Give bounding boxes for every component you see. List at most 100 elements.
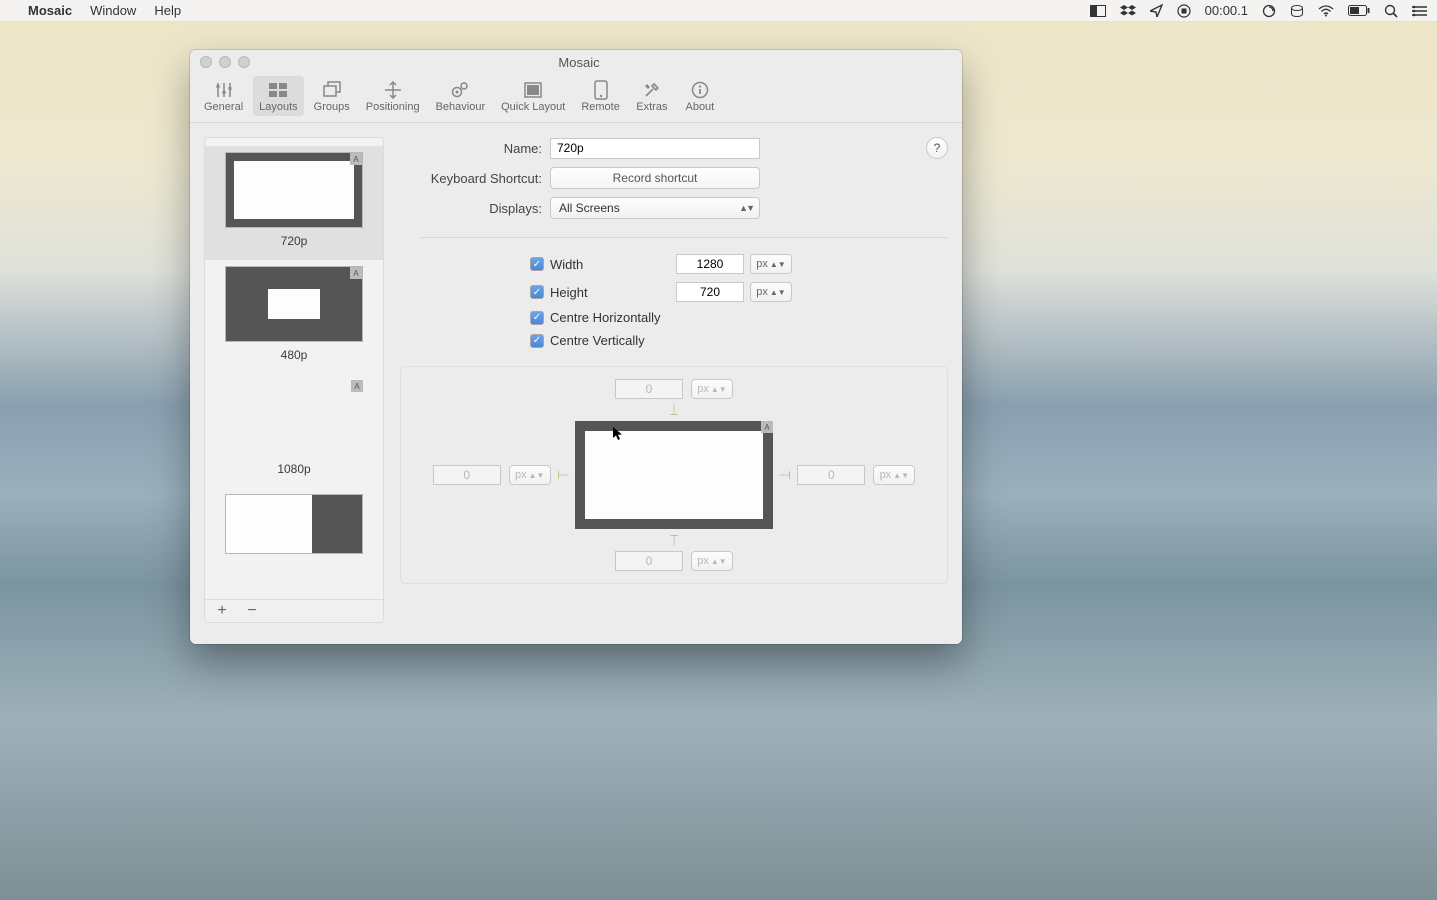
- timer-text[interactable]: 00:00.1: [1205, 3, 1248, 18]
- width-unit-select[interactable]: px▲▼: [750, 254, 792, 274]
- layout-thumb: A: [225, 380, 363, 456]
- help-button[interactable]: ?: [926, 137, 948, 159]
- wifi-icon[interactable]: [1318, 5, 1334, 17]
- height-unit-select[interactable]: px▲▼: [750, 282, 792, 302]
- dropbox-icon[interactable]: [1120, 4, 1136, 18]
- tab-label: Remote: [581, 101, 620, 113]
- displays-value: All Screens: [559, 201, 620, 215]
- remote-icon: [588, 79, 614, 101]
- width-checkbox[interactable]: ✓: [530, 257, 544, 271]
- tab-label: About: [685, 101, 714, 113]
- spacer-indicator-icon: ⟘: [670, 533, 678, 547]
- spotlight-icon[interactable]: [1384, 4, 1398, 18]
- width-input[interactable]: [676, 254, 744, 274]
- add-layout-button[interactable]: +: [213, 602, 231, 620]
- tab-positioning[interactable]: Positioning: [360, 76, 426, 116]
- menu-help[interactable]: Help: [154, 3, 181, 18]
- layout-item-480p[interactable]: A 480p: [205, 260, 383, 374]
- centre-v-checkbox[interactable]: ✓: [530, 334, 544, 348]
- positioning-icon: [380, 79, 406, 101]
- layout-label: 720p: [281, 234, 308, 248]
- gear-icon: [447, 79, 473, 101]
- menu-window[interactable]: Window: [90, 3, 136, 18]
- preview-thumb: A: [575, 421, 773, 529]
- margin-right-unit[interactable]: px▲▼: [873, 465, 915, 485]
- layout-item-720p[interactable]: A 720p: [205, 146, 383, 260]
- tab-label: Positioning: [366, 101, 420, 113]
- zoom-button[interactable]: [238, 56, 250, 68]
- tab-about[interactable]: About: [678, 76, 722, 116]
- margin-left-input[interactable]: [433, 465, 501, 485]
- margin-top-input[interactable]: [615, 379, 683, 399]
- layouts-sidebar: A 720p A 480p A 1080p: [204, 137, 384, 623]
- name-input[interactable]: [550, 138, 760, 159]
- preferences-window: Mosaic General Layouts Groups Positionin…: [190, 50, 962, 644]
- centre-v-label: Centre Vertically: [550, 333, 645, 348]
- tab-extras[interactable]: Extras: [630, 76, 674, 116]
- disk-icon[interactable]: [1290, 4, 1304, 18]
- displays-select[interactable]: All Screens ▲▼: [550, 197, 760, 219]
- prefs-toolbar: General Layouts Groups Positioning Behav…: [190, 74, 962, 123]
- badge-a-icon: A: [350, 153, 362, 165]
- notifications-icon[interactable]: [1412, 5, 1427, 17]
- layout-label: 480p: [281, 348, 308, 362]
- layout-thumb: A: [225, 152, 363, 228]
- remove-layout-button[interactable]: −: [243, 602, 261, 620]
- margin-preview: px▲▼ ⟘ px▲▼ ⟘ A ⟘ px▲▼ ⟘: [400, 366, 948, 584]
- tab-label: Extras: [636, 101, 667, 113]
- window-titlebar: Mosaic: [190, 50, 962, 74]
- sliders-icon: [211, 79, 237, 101]
- margin-left-unit[interactable]: px▲▼: [509, 465, 551, 485]
- spacer-indicator-icon: ⟘: [556, 471, 570, 479]
- width-label: Width: [550, 257, 670, 272]
- tab-behaviour[interactable]: Behaviour: [430, 76, 492, 116]
- badge-a-icon: A: [350, 267, 362, 279]
- groups-icon: [319, 79, 345, 101]
- height-checkbox[interactable]: ✓: [530, 285, 544, 299]
- margin-bottom-input[interactable]: [615, 551, 683, 571]
- stop-icon[interactable]: [1177, 4, 1191, 18]
- displays-label: Displays:: [400, 201, 542, 216]
- cursor-icon: [613, 427, 623, 441]
- minimize-button[interactable]: [219, 56, 231, 68]
- layout-detail: Name: ? Keyboard Shortcut: Record shortc…: [400, 137, 948, 623]
- sync-icon[interactable]: [1262, 4, 1276, 18]
- tab-general[interactable]: General: [198, 76, 249, 116]
- spacer-indicator-icon: ⟘: [670, 403, 678, 417]
- height-input[interactable]: [676, 282, 744, 302]
- tab-label: General: [204, 101, 243, 113]
- shortcut-label: Keyboard Shortcut:: [400, 171, 542, 186]
- margin-bottom-unit[interactable]: px▲▼: [691, 551, 733, 571]
- close-button[interactable]: [200, 56, 212, 68]
- tab-label: Groups: [314, 101, 350, 113]
- name-label: Name:: [400, 141, 542, 156]
- layout-item-1080p[interactable]: A 1080p: [205, 374, 383, 488]
- app-menu[interactable]: Mosaic: [28, 3, 72, 18]
- tab-quick-layout[interactable]: Quick Layout: [495, 76, 571, 116]
- record-shortcut-button[interactable]: Record shortcut: [550, 167, 760, 189]
- chevron-updown-icon: ▲▼: [739, 203, 753, 213]
- tab-groups[interactable]: Groups: [308, 76, 356, 116]
- menubar-split-icon[interactable]: [1090, 5, 1106, 17]
- badge-a-icon: A: [351, 380, 363, 392]
- height-label: Height: [550, 285, 670, 300]
- centre-h-checkbox[interactable]: ✓: [530, 311, 544, 325]
- tab-layouts[interactable]: Layouts: [253, 76, 304, 116]
- quick-layout-icon: [520, 79, 546, 101]
- divider: [420, 237, 948, 238]
- layout-item-custom[interactable]: [205, 488, 383, 566]
- spacer-indicator-icon: ⟘: [778, 471, 792, 479]
- layout-label: 1080p: [277, 462, 310, 476]
- menubar: Mosaic Window Help 00:00.1: [0, 0, 1437, 22]
- centre-h-label: Centre Horizontally: [550, 310, 661, 325]
- tab-remote[interactable]: Remote: [575, 76, 626, 116]
- battery-icon[interactable]: [1348, 5, 1370, 16]
- location-icon[interactable]: [1150, 4, 1163, 17]
- tools-icon: [639, 79, 665, 101]
- margin-top-unit[interactable]: px▲▼: [691, 379, 733, 399]
- tab-label: Behaviour: [436, 101, 486, 113]
- margin-right-input[interactable]: [797, 465, 865, 485]
- tab-label: Quick Layout: [501, 101, 565, 113]
- layout-thumb: A: [225, 266, 363, 342]
- tab-label: Layouts: [259, 101, 298, 113]
